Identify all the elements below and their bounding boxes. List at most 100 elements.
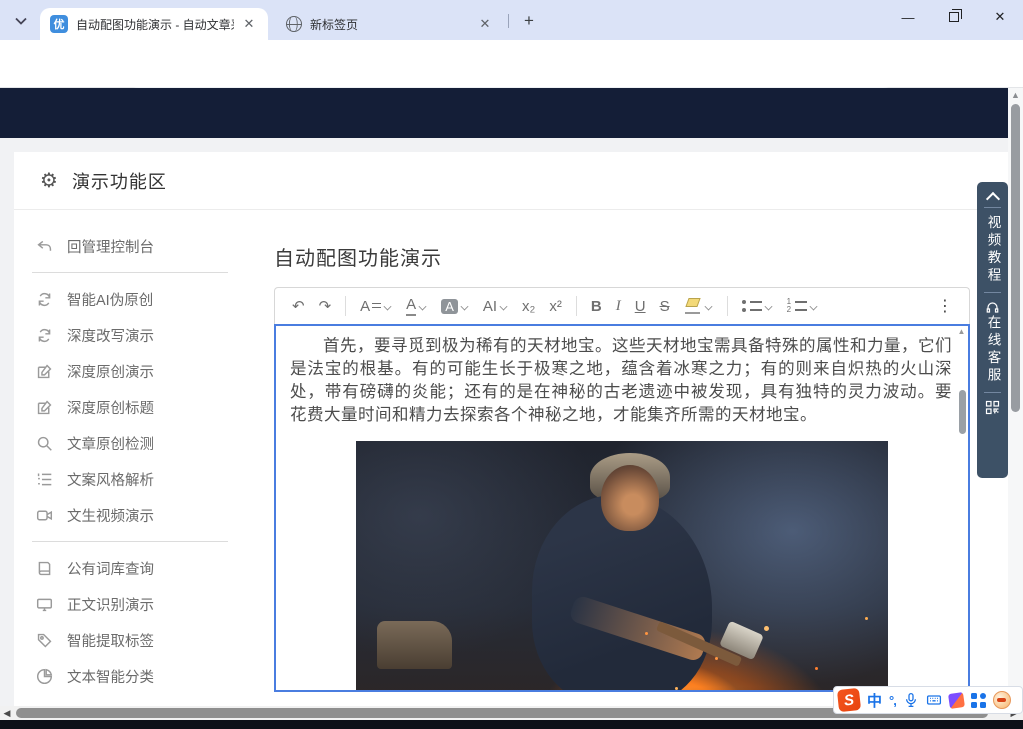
blacksmith-image[interactable] [356,441,888,692]
floating-side-panel: 视频教程 在线客服 [977,182,1008,478]
tools-grid-icon[interactable] [971,693,986,708]
tab-close-icon[interactable]: ✕ [240,15,258,33]
toolbar-divider [345,296,346,316]
sogou-logo-icon[interactable]: S [837,688,861,712]
skin-icon[interactable] [948,692,965,709]
editor-scrollbar-thumb[interactable] [959,390,966,434]
sidebar-divider [32,272,228,273]
scroll-left-icon[interactable]: ◀ [0,708,14,719]
ime-language-toggle[interactable]: 中 [867,690,882,711]
chevron-down-icon [500,302,508,310]
restore-icon [949,12,959,22]
microphone-icon[interactable] [903,692,919,708]
screen: 优 自动配图功能演示 - 自动文章采 ✕ 新标签页 ✕ + — ✕ ← → ⟳ … [0,0,1023,729]
vertical-scrollbar[interactable]: ▲ [1008,88,1023,706]
font-size-dropdown[interactable]: A [355,293,397,319]
letter-style-dropdown[interactable]: AI [478,293,513,319]
video-tutorial-button[interactable]: 视频教程 [983,215,1003,285]
underline-button[interactable]: U [630,293,651,319]
sidebar-item-ai-rewrite[interactable]: 智能AI伪原创 [30,281,242,317]
close-window-button[interactable]: ✕ [977,0,1023,34]
rich-text-editor[interactable]: 首先，要寻觅到极为稀有的天材地宝。这些天材地宝需具备特殊的属性和力量，它们是法宝… [274,324,970,692]
toolbar-divider [727,296,728,316]
sidebar-label: 深度原创演示 [67,361,154,382]
restore-button[interactable] [931,0,977,34]
collapse-up-icon[interactable] [987,192,999,200]
edit-icon [36,363,53,380]
redo-icon[interactable]: ↷ [314,293,337,319]
toolbar-more-icon[interactable]: ⋮ [931,296,959,316]
refresh-icon [36,291,53,308]
panel-divider [984,392,1001,393]
search-icon [36,435,53,452]
sidebar-label: 智能AI伪原创 [67,289,153,310]
chevron-down-icon [461,302,469,310]
pie-chart-icon [36,668,53,685]
letter-style-icon: AI [483,298,497,315]
qr-code-icon[interactable] [985,400,1000,415]
image-art-embers [356,687,888,692]
sidebar-item-text-classification[interactable]: 文本智能分类 [30,658,242,694]
editor-paragraph[interactable]: 首先，要寻觅到极为稀有的天材地宝。这些天材地宝需具备特殊的属性和力量，它们是法宝… [276,326,968,427]
tab-title: 自动配图功能演示 - 自动文章采 [76,16,234,33]
undo-icon[interactable]: ↶ [287,293,310,319]
font-color-dropdown[interactable]: A [401,293,432,319]
bold-button[interactable]: B [586,293,607,319]
tab-divider [508,14,509,28]
subscript-button[interactable]: x₂ [517,293,540,319]
bullet-list-dropdown[interactable] [737,293,778,319]
sidebar-label: 智能提取标签 [67,630,154,651]
tag-icon [36,632,53,649]
panel-divider [984,292,1001,293]
scroll-up-icon[interactable]: ▲ [957,328,966,336]
sidebar-label: 正文识别演示 [67,594,154,615]
editor-scrollbar[interactable]: ▲ [957,328,966,448]
sidebar-item-deep-rewrite[interactable]: 深度改写演示 [30,317,242,353]
strikethrough-button[interactable]: S [655,293,675,319]
reply-icon [36,238,53,255]
window-controls: — ✕ [885,0,1023,34]
sidebar-label: 回管理控制台 [67,236,154,257]
sidebar-item-back-console[interactable]: 回管理控制台 [30,228,242,264]
minimize-button[interactable]: — [885,0,931,34]
sidebar-item-text-to-video[interactable]: 文生视频演示 [30,497,242,533]
sidebar-item-public-lexicon[interactable]: 公有词库查询 [30,550,242,586]
section-title: 演示功能区 [72,168,167,194]
online-service-button[interactable]: 在线客服 [983,315,1003,385]
sidebar-label: 文生视频演示 [67,505,154,526]
sidebar-item-tag-extraction[interactable]: 智能提取标签 [30,622,242,658]
sidebar-label: 公有词库查询 [67,558,154,579]
sidebar-item-body-recognition[interactable]: 正文识别演示 [30,586,242,622]
punctuation-icon[interactable]: °, [889,693,896,708]
font-size-icon: A [360,298,370,315]
new-tab-button[interactable]: + [518,10,540,32]
background-color-dropdown[interactable]: A [436,293,474,319]
italic-button[interactable]: I [611,293,626,319]
tab-title: 新标签页 [310,16,470,33]
vertical-scrollbar-thumb[interactable] [1011,104,1020,412]
numbered-list-dropdown[interactable]: 12 [782,293,823,319]
globe-icon [286,16,302,32]
sidebar-item-originality-check[interactable]: 文章原创检测 [30,425,242,461]
page-footer-strip [0,720,1023,729]
sidebar-label: 文案风格解析 [67,469,154,490]
tab-active[interactable]: 优 自动配图功能演示 - 自动文章采 ✕ [40,8,268,40]
sidebar-item-deep-title[interactable]: 深度原创标题 [30,389,242,425]
gear-icon: ⚙ [40,168,58,193]
chevron-down-icon [419,302,427,310]
background-color-icon: A [441,299,458,314]
sidebar-item-deep-original[interactable]: 深度原创演示 [30,353,242,389]
sidebar-item-style-analysis[interactable]: 文案风格解析 [30,461,242,497]
refresh-icon [36,327,53,344]
tab-inactive[interactable]: 新标签页 ✕ [276,8,504,40]
tab-search-icon[interactable] [10,10,32,32]
image-art-head [601,465,660,531]
highlight-dropdown[interactable] [679,293,718,319]
keyboard-icon[interactable] [926,692,942,708]
scroll-up-icon[interactable]: ▲ [1008,88,1023,102]
browser-toolbar: ← → ⟳ ucaiyun.com/caiji/test_auto_pic/ ☆… [0,40,1023,88]
tab-close-icon[interactable]: ✕ [476,15,494,33]
sidebar-label: 文本智能分类 [67,666,154,687]
emoji-icon[interactable] [993,691,1011,709]
superscript-button[interactable]: x² [544,293,567,319]
